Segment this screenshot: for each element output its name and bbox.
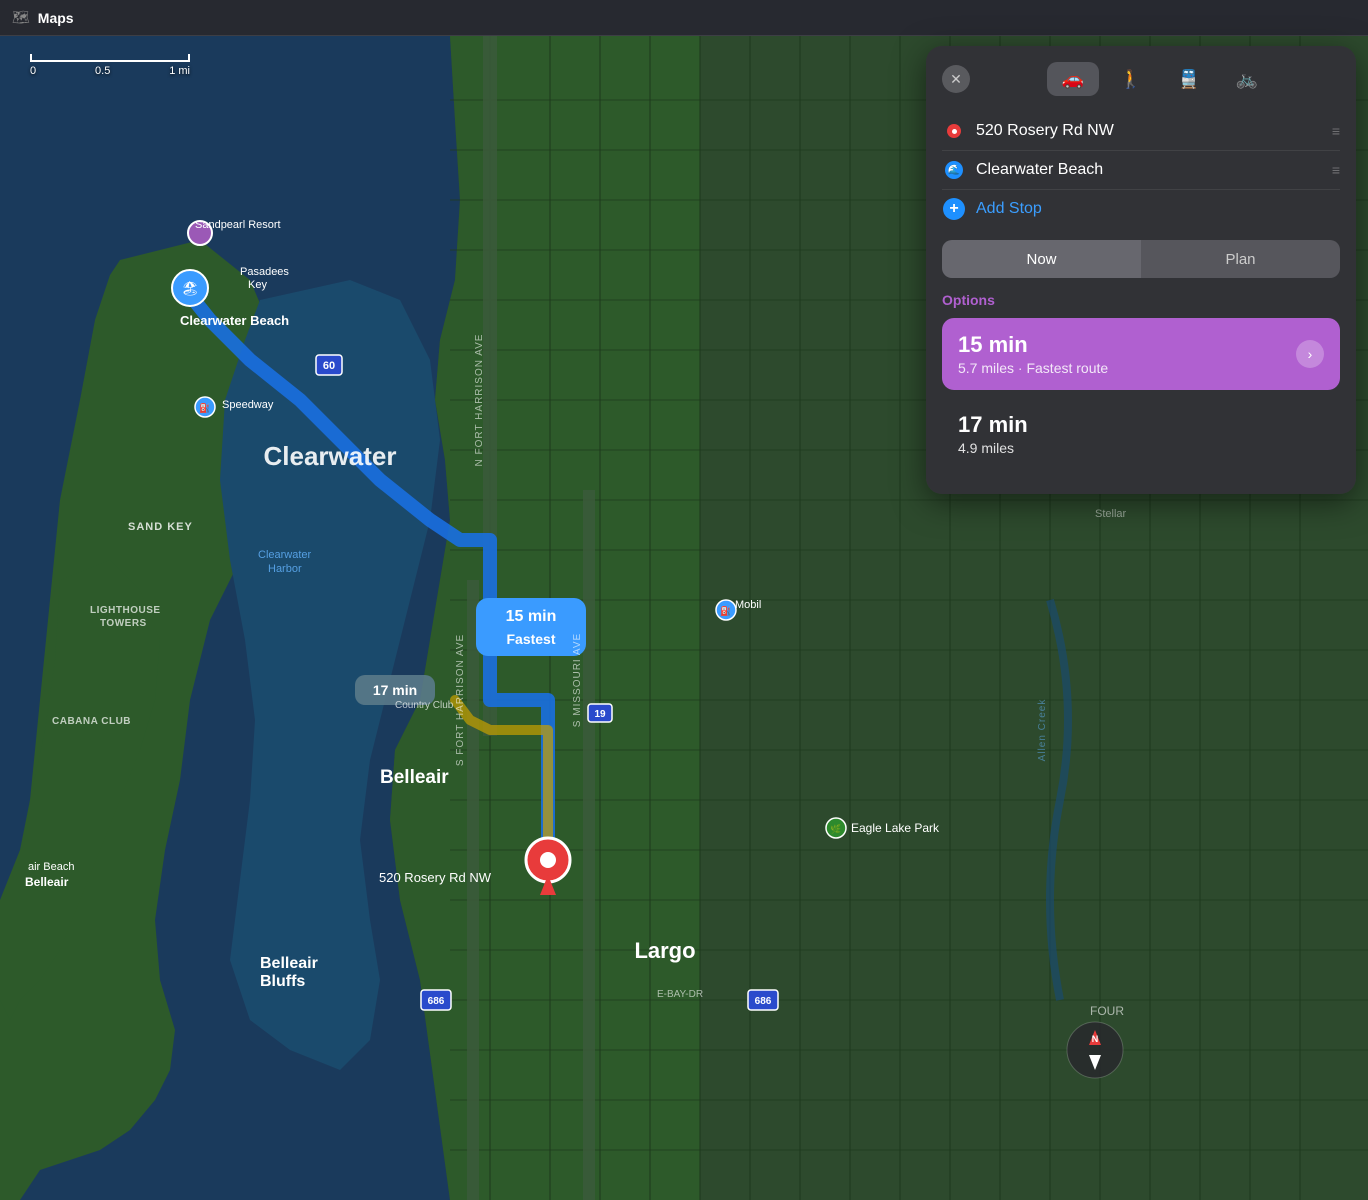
options-label: Options [942,292,1340,308]
svg-text:Clearwater: Clearwater [264,441,397,471]
svg-text:air Beach: air Beach [28,861,74,873]
origin-drag-handle[interactable]: ≡ [1332,123,1340,139]
panel-header: ✕ 🚗 🚶 🚆 🚲 [942,62,1340,96]
svg-text:Harbor: Harbor [268,563,302,575]
svg-text:686: 686 [428,996,445,1007]
plus-icon: + [943,198,965,220]
route-2-time: 17 min [958,412,1324,438]
waypoint-destination: 🌊 Clearwater Beach ≡ [942,151,1340,190]
route-2-detail: 4.9 miles [958,440,1324,456]
top-bar: 🗺 Maps [0,0,1368,36]
svg-text:17 min: 17 min [373,682,417,698]
svg-text:520 Rosery Rd NW: 520 Rosery Rd NW [379,870,492,885]
svg-text:Belleair: Belleair [25,875,69,889]
tab-drive[interactable]: 🚗 [1047,62,1099,96]
svg-text:🌿: 🌿 [830,823,841,834]
svg-text:E-BAY-DR: E-BAY-DR [657,989,703,1000]
origin-dot [947,124,961,138]
tab-walk[interactable]: 🚶 [1105,62,1157,96]
add-stop-row[interactable]: + Add Stop [942,190,1340,228]
route-1-detail: 5.7 miles · Fastest route [958,360,1296,376]
svg-text:Eagle Lake Park: Eagle Lake Park [851,821,940,835]
app-title: Maps [38,10,74,26]
svg-text:⛽: ⛽ [199,402,210,413]
origin-icon [942,124,966,138]
svg-text:Fastest: Fastest [506,631,555,647]
tab-transit[interactable]: 🚆 [1163,62,1215,96]
svg-text:Clearwater Beach: Clearwater Beach [180,313,289,328]
destination-dot: 🌊 [945,161,963,179]
svg-text:15 min: 15 min [506,608,557,625]
svg-text:Country Club: Country Club [395,700,454,711]
transport-tabs: 🚗 🚶 🚆 🚲 [980,62,1340,96]
route-1-info: 15 min 5.7 miles · Fastest route [958,332,1296,376]
plan-button[interactable]: Plan [1141,240,1340,278]
svg-text:Largo: Largo [634,938,695,963]
svg-text:N: N [1092,1034,1099,1044]
svg-text:SAND KEY: SAND KEY [128,521,193,533]
svg-text:Key: Key [248,279,267,291]
svg-text:Allen Creek: Allen Creek [1037,699,1048,762]
svg-text:Belleair: Belleair [380,767,449,788]
svg-text:60: 60 [323,360,335,372]
svg-text:Stellar: Stellar [1095,508,1127,520]
svg-text:Pasadees: Pasadees [240,266,289,278]
waypoints-list: 520 Rosery Rd NW ≡ 🌊 Clearwater Beach ≡ … [942,112,1340,228]
destination-label: Clearwater Beach [976,161,1322,179]
svg-text:S MISSOURI AVE: S MISSOURI AVE [572,633,583,727]
svg-text:686: 686 [755,996,772,1007]
route-2-info: 17 min 4.9 miles [958,412,1324,456]
scale-bar: 0 0.5 1 mi [30,54,190,77]
destination-icon: 🌊 [942,161,966,179]
time-buttons: Now Plan [942,240,1340,278]
close-button[interactable]: ✕ [942,65,970,93]
route-option-2[interactable]: 17 min 4.9 miles [942,398,1340,470]
svg-text:N FORT HARRISON AVE: N FORT HARRISON AVE [474,334,485,467]
svg-text:TOWERS: TOWERS [100,618,147,629]
svg-text:Bluffs: Bluffs [260,973,305,990]
destination-drag-handle[interactable]: ≡ [1332,162,1340,178]
now-button[interactable]: Now [942,240,1141,278]
svg-text:Sandpearl Resort: Sandpearl Resort [195,219,281,231]
svg-text:🏖: 🏖 [181,280,199,296]
route-1-arrow: › [1296,340,1324,368]
svg-text:⛽: ⛽ [720,605,731,616]
tab-bike[interactable]: 🚲 [1221,62,1273,96]
svg-text:Mobil: Mobil [735,599,761,611]
svg-text:LIGHTHOUSE: LIGHTHOUSE [90,605,161,616]
map-container: 🏖 ⛽ ⛽ 🌿 60 19 686 686 [0,0,1368,1200]
svg-text:FOUR: FOUR [1090,1004,1124,1018]
waypoint-origin: 520 Rosery Rd NW ≡ [942,112,1340,151]
add-stop-icon-wrap: + [942,198,966,220]
add-stop-label[interactable]: Add Stop [976,200,1042,218]
svg-text:Belleair: Belleair [260,955,318,972]
maps-icon: 🗺 [12,9,30,26]
route-1-time: 15 min [958,332,1296,358]
svg-text:S FORT HARRISON AVE: S FORT HARRISON AVE [455,634,466,766]
svg-text:Clearwater: Clearwater [258,549,312,561]
svg-text:Speedway: Speedway [222,399,274,411]
svg-text:19: 19 [594,709,606,720]
route-panel: ✕ 🚗 🚶 🚆 🚲 520 Rosery Rd NW ≡ 🌊 [926,46,1356,494]
svg-text:CABANA CLUB: CABANA CLUB [52,716,131,727]
origin-label: 520 Rosery Rd NW [976,122,1322,140]
route-option-1[interactable]: 15 min 5.7 miles · Fastest route › [942,318,1340,390]
